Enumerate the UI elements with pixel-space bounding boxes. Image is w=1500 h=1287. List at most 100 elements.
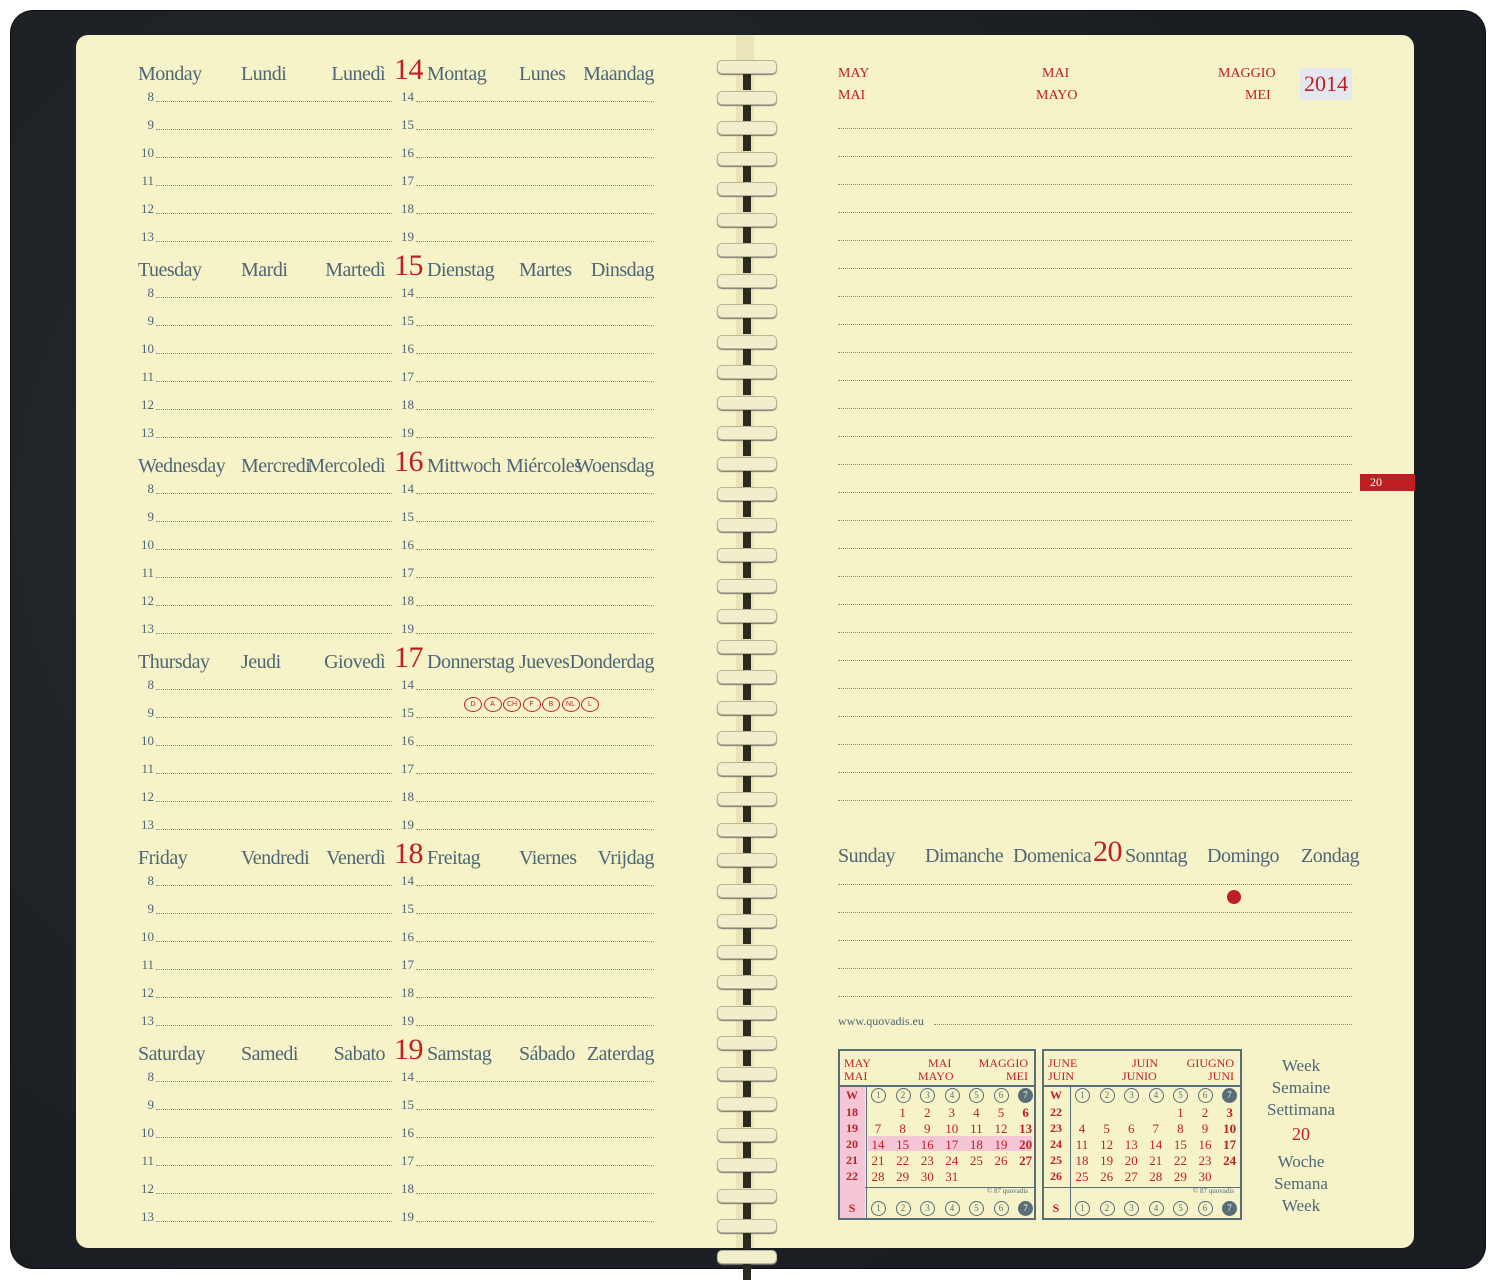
coil-wire: [717, 1188, 777, 1203]
calendar-day[interactable]: 16: [1193, 1137, 1217, 1153]
hour-label: 17: [401, 369, 414, 384]
calendar-day[interactable]: 9: [915, 1121, 939, 1137]
hour-label: 19: [401, 229, 414, 244]
hour-label: 8: [147, 677, 155, 692]
calendar-day[interactable]: 12: [989, 1121, 1013, 1137]
calendar-day[interactable]: 22: [891, 1153, 915, 1169]
calendar-day[interactable]: 30: [915, 1169, 939, 1185]
calendar-day[interactable]: 28: [866, 1169, 890, 1185]
hour-line: [416, 353, 654, 354]
calendar-day[interactable]: 29: [891, 1169, 915, 1185]
calendar-day[interactable]: 24: [940, 1153, 964, 1169]
coil-hole: [743, 165, 751, 182]
hour-line: [156, 577, 392, 578]
calendar-day[interactable]: 1: [891, 1105, 915, 1121]
coil-loop: [717, 334, 777, 365]
hour-label: 12: [141, 593, 154, 608]
calendar-day[interactable]: 9: [1193, 1121, 1217, 1137]
hour-line: [156, 605, 392, 606]
day-number: 18: [394, 837, 424, 870]
calendar-day[interactable]: 18: [964, 1137, 988, 1153]
hour-line: [416, 913, 654, 914]
calendar-sunday[interactable]: 13: [1014, 1121, 1038, 1137]
calendar-day[interactable]: 20: [1119, 1153, 1143, 1169]
hour-line: [416, 241, 654, 242]
calendar-day[interactable]: 23: [1193, 1153, 1217, 1169]
calendar-day[interactable]: 4: [1070, 1121, 1094, 1137]
calendar-sunday[interactable]: 20: [1014, 1137, 1038, 1153]
calendar-day[interactable]: 11: [964, 1121, 988, 1137]
calendar-sunday[interactable]: 24: [1218, 1153, 1242, 1169]
holiday-country-badge: L: [581, 697, 599, 712]
calendar-day[interactable]: 27: [1119, 1169, 1143, 1185]
calendar-day[interactable]: 30: [1193, 1169, 1217, 1185]
week-tab[interactable]: 20: [1360, 474, 1415, 491]
calendar-day[interactable]: 4: [964, 1105, 988, 1121]
mini-month-label: MEI: [1006, 1069, 1028, 1083]
hour-line: [416, 1081, 654, 1082]
weekday-circle: 4: [1148, 1088, 1164, 1103]
weekday-circle: 7: [1222, 1201, 1237, 1216]
calendar-day[interactable]: 12: [1095, 1137, 1119, 1153]
calendar-day[interactable]: 31: [940, 1169, 964, 1185]
coil-wire: [717, 822, 777, 837]
note-line: [838, 296, 1352, 297]
calendar-day[interactable]: 10: [940, 1121, 964, 1137]
calendar-day[interactable]: 23: [915, 1153, 939, 1169]
calendar-day[interactable]: 7: [866, 1121, 890, 1137]
note-line: [838, 548, 1352, 549]
calendar-sunday[interactable]: 6: [1014, 1105, 1038, 1121]
calendar-day[interactable]: 19: [989, 1137, 1013, 1153]
note-line: [838, 156, 1352, 157]
calendar-day[interactable]: 14: [1144, 1137, 1168, 1153]
week-label-line: Settimana: [1267, 1100, 1335, 1119]
calendar-day[interactable]: 15: [1168, 1137, 1192, 1153]
coil-wire: [717, 792, 777, 806]
calendar-day[interactable]: 26: [1095, 1169, 1119, 1185]
holiday-country-badge: D: [464, 697, 482, 712]
calendar-day[interactable]: 5: [1095, 1121, 1119, 1137]
calendar-day[interactable]: 8: [891, 1121, 915, 1137]
hour-line: [156, 325, 392, 326]
calendar-day[interactable]: 26: [989, 1153, 1013, 1169]
calendar-day[interactable]: 1: [1168, 1105, 1192, 1121]
calendar-day[interactable]: 17: [940, 1137, 964, 1153]
calendar-day[interactable]: 7: [1144, 1121, 1168, 1137]
calendar-day[interactable]: 2: [915, 1105, 939, 1121]
hour-label: 18: [401, 397, 414, 412]
day-name-es: Jueves: [519, 651, 570, 673]
calendar-day[interactable]: 19: [1095, 1153, 1119, 1169]
calendar-day[interactable]: 21: [1144, 1153, 1168, 1169]
calendar-day[interactable]: 14: [866, 1137, 890, 1153]
calendar-day[interactable]: 2: [1193, 1105, 1217, 1121]
calendar-day[interactable]: 21: [866, 1153, 890, 1169]
calendar-sunday[interactable]: 27: [1014, 1153, 1038, 1169]
calendar-sunday[interactable]: 3: [1218, 1105, 1242, 1121]
coil-loop: [717, 90, 777, 121]
calendar-day[interactable]: 5: [989, 1105, 1013, 1121]
calendar-sunday[interactable]: 10: [1218, 1121, 1242, 1137]
calendar-day[interactable]: 18: [1070, 1153, 1094, 1169]
week-number: 18: [846, 1105, 858, 1119]
day-number: 14: [394, 53, 424, 86]
calendar-day[interactable]: 13: [1119, 1137, 1143, 1153]
website-url[interactable]: www.quovadis.eu: [838, 1014, 924, 1029]
day-name-de: Donnerstag: [427, 651, 515, 673]
coil-hole: [743, 531, 751, 548]
calendar-day[interactable]: 25: [964, 1153, 988, 1169]
calendar-day[interactable]: 29: [1168, 1169, 1192, 1185]
calendar-day[interactable]: 15: [891, 1137, 915, 1153]
calendar-day[interactable]: 11: [1070, 1137, 1094, 1153]
calendar-day[interactable]: 28: [1144, 1169, 1168, 1185]
calendar-sunday[interactable]: 17: [1218, 1137, 1242, 1153]
calendar-day[interactable]: 6: [1119, 1121, 1143, 1137]
calendar-day[interactable]: 16: [915, 1137, 939, 1153]
hour-line: [416, 157, 654, 158]
weekday-circle: 3: [920, 1201, 935, 1216]
calendar-day[interactable]: 3: [940, 1105, 964, 1121]
calendar-day[interactable]: 8: [1168, 1121, 1192, 1137]
note-line: [838, 968, 1352, 969]
calendar-day[interactable]: 25: [1070, 1169, 1094, 1185]
weekday-circle: 5: [1173, 1088, 1188, 1103]
calendar-day[interactable]: 22: [1168, 1153, 1192, 1169]
